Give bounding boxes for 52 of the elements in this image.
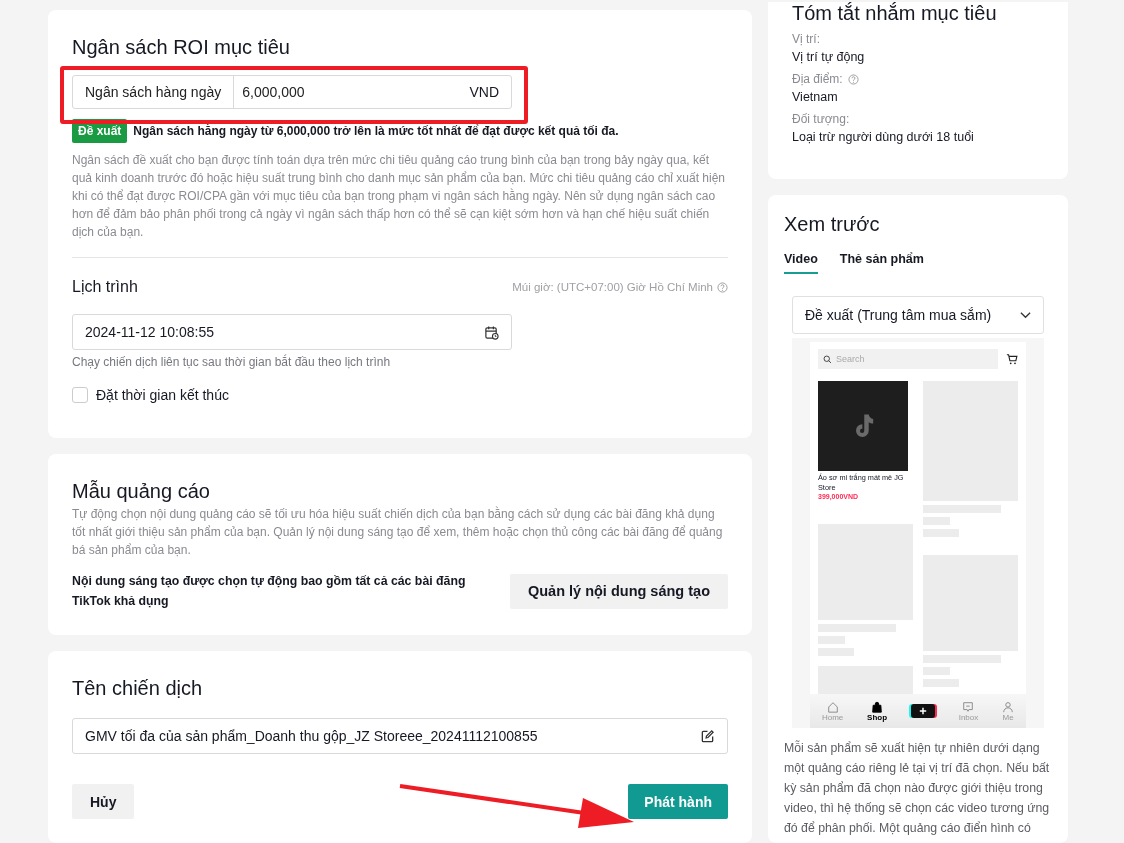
preview-tab[interactable]: Thẻ sản phẩm — [839, 252, 924, 274]
section-title: Lịch trình — [72, 278, 139, 296]
cancel-button[interactable]: Hủy — [72, 784, 135, 819]
currency-label: VND — [469, 84, 500, 100]
section-title: Mẫu quảng cáo — [72, 480, 211, 503]
section-title: Ngân sách ROI mục tiêu — [72, 36, 291, 59]
nav-label: Home — [821, 712, 844, 722]
preview-description: Mỗi sản phẩm sẽ xuất hiện tự nhiên dưới dạng một quảng cáo riêng lẻ tại vị trí đã chọn. Nếu bất kỳ sản phẩm đã chọn nào được giới thiệu trong video, thì hệ thống sẽ chọn các video tương ứng đó để phân phối. Một quảng cáo điển hình có — [784, 739, 1051, 837]
chevron-down-icon — [1020, 311, 1031, 319]
summary-label: Đối tượng: — [792, 112, 850, 126]
nav-label: Shop — [867, 712, 888, 722]
daily-budget-field[interactable]: Ngân sách hàng ngày 6,000,000 VND — [72, 75, 512, 109]
budget-input[interactable]: 6,000,000 — [234, 84, 470, 100]
timezone-label: Múi giờ: (UTC+07:00) Giờ Hồ Chí Minh — [512, 281, 713, 293]
section-title: Xem trước — [784, 213, 881, 236]
summary-value: Vị trí tự động — [792, 50, 866, 64]
creative-description: Tự động chọn nội dung quảng cáo sẽ tối ưu hóa hiệu suất chiến dịch của bạn bằng cách sử dụng các bài đăng khả dụng tốt nhất giới thiệu sản phẩm của bạn. Quản lý nội dung sáng tạo để xem, thêm hoặc chọn thủ công các bài đăng để quảng bá sản phẩm của bạn. — [72, 505, 724, 559]
section-title: Tóm tắt nhắm mục tiêu — [792, 2, 998, 24]
schedule-hint: Chạy chiến dịch liên tục sau thời gian bắt đầu theo lịch trình — [72, 355, 392, 369]
summary-label: Vị trí: — [792, 32, 820, 46]
budget-description: Ngân sách đề xuất cho bạn được tính toán dựa trên mức chi tiêu quảng cáo trung bình của bạn trong bảy ngày qua, kết quả kinh doanh trước đó hoặc hiệu suất trung bình cho danh mục sản phẩm của bạn. Mức chi tiêu quảng cáo chỉ xuất hiện khi có thể đạt được ROI/CPA gần với mục tiêu của bạn trong phạm vi ngân sách hằng ngày. Nên sử dụng ngân sách cao hơn để đảm bảo phân phối trong cả ngày vì ngân sách thấp hơn có thể sẽ cạn kiệt sớm hơn và hạn chế hiệu suất chiến dịch của bạn. — [72, 152, 727, 241]
cart-icon — [1006, 353, 1018, 365]
campaign-name-field[interactable]: GMV tối đa của sản phẩm_Doanh thu gộp_JZ Storeee_20241112100855 — [72, 718, 728, 754]
creative-note: Nội dung sáng tạo được chọn tự động bao gồm tất cả các bài đăng TikTok khả dụng — [72, 573, 467, 610]
help-icon[interactable] — [717, 281, 728, 293]
campaign-name-value: GMV tối đa của sản phẩm_Doanh thu gộp_JZ Storeee_20241112100855 — [85, 728, 538, 744]
checkbox-label: Đặt thời gian kết thúc — [96, 387, 229, 403]
help-icon[interactable] — [847, 73, 859, 85]
end-time-checkbox[interactable] — [72, 387, 88, 403]
summary-value: Loại trừ người dùng dưới 18 tuổi — [792, 130, 975, 144]
preview-tab[interactable]: Video — [784, 252, 818, 274]
message-icon — [962, 700, 975, 713]
home-icon — [826, 700, 839, 713]
search-icon — [823, 354, 832, 364]
section-title: Tên chiến dịch — [72, 677, 204, 700]
summary-value: Vietnam — [792, 90, 839, 104]
suggestion-text: Ngân sách hằng ngày từ 6,000,000 trở lên là mức tốt nhất để đạt được kết quả tối đa. — [133, 124, 619, 138]
nav-label: Inbox — [958, 712, 979, 722]
manage-creative-button[interactable]: Quản lý nội dung sáng tạo — [509, 573, 728, 609]
date-value: 2024-11-12 10:08:55 — [85, 324, 214, 340]
plus-icon — [918, 707, 927, 715]
search-placeholder: Search — [836, 354, 865, 364]
person-icon — [1002, 700, 1015, 713]
shopping-bag-icon — [871, 700, 884, 713]
start-date-field[interactable]: 2024-11-12 10:08:55 — [72, 314, 512, 350]
calendar-icon — [484, 324, 499, 340]
summary-label: Địa điểm: — [792, 72, 843, 86]
nav-label: Me — [1002, 712, 1014, 722]
select-value: Đề xuất (Trung tâm mua sắm) — [805, 307, 992, 323]
placement-select[interactable]: Đề xuất (Trung tâm mua sắm) — [792, 296, 1044, 334]
field-label: Ngân sách hàng ngày — [73, 76, 235, 108]
edit-icon[interactable] — [700, 728, 715, 744]
